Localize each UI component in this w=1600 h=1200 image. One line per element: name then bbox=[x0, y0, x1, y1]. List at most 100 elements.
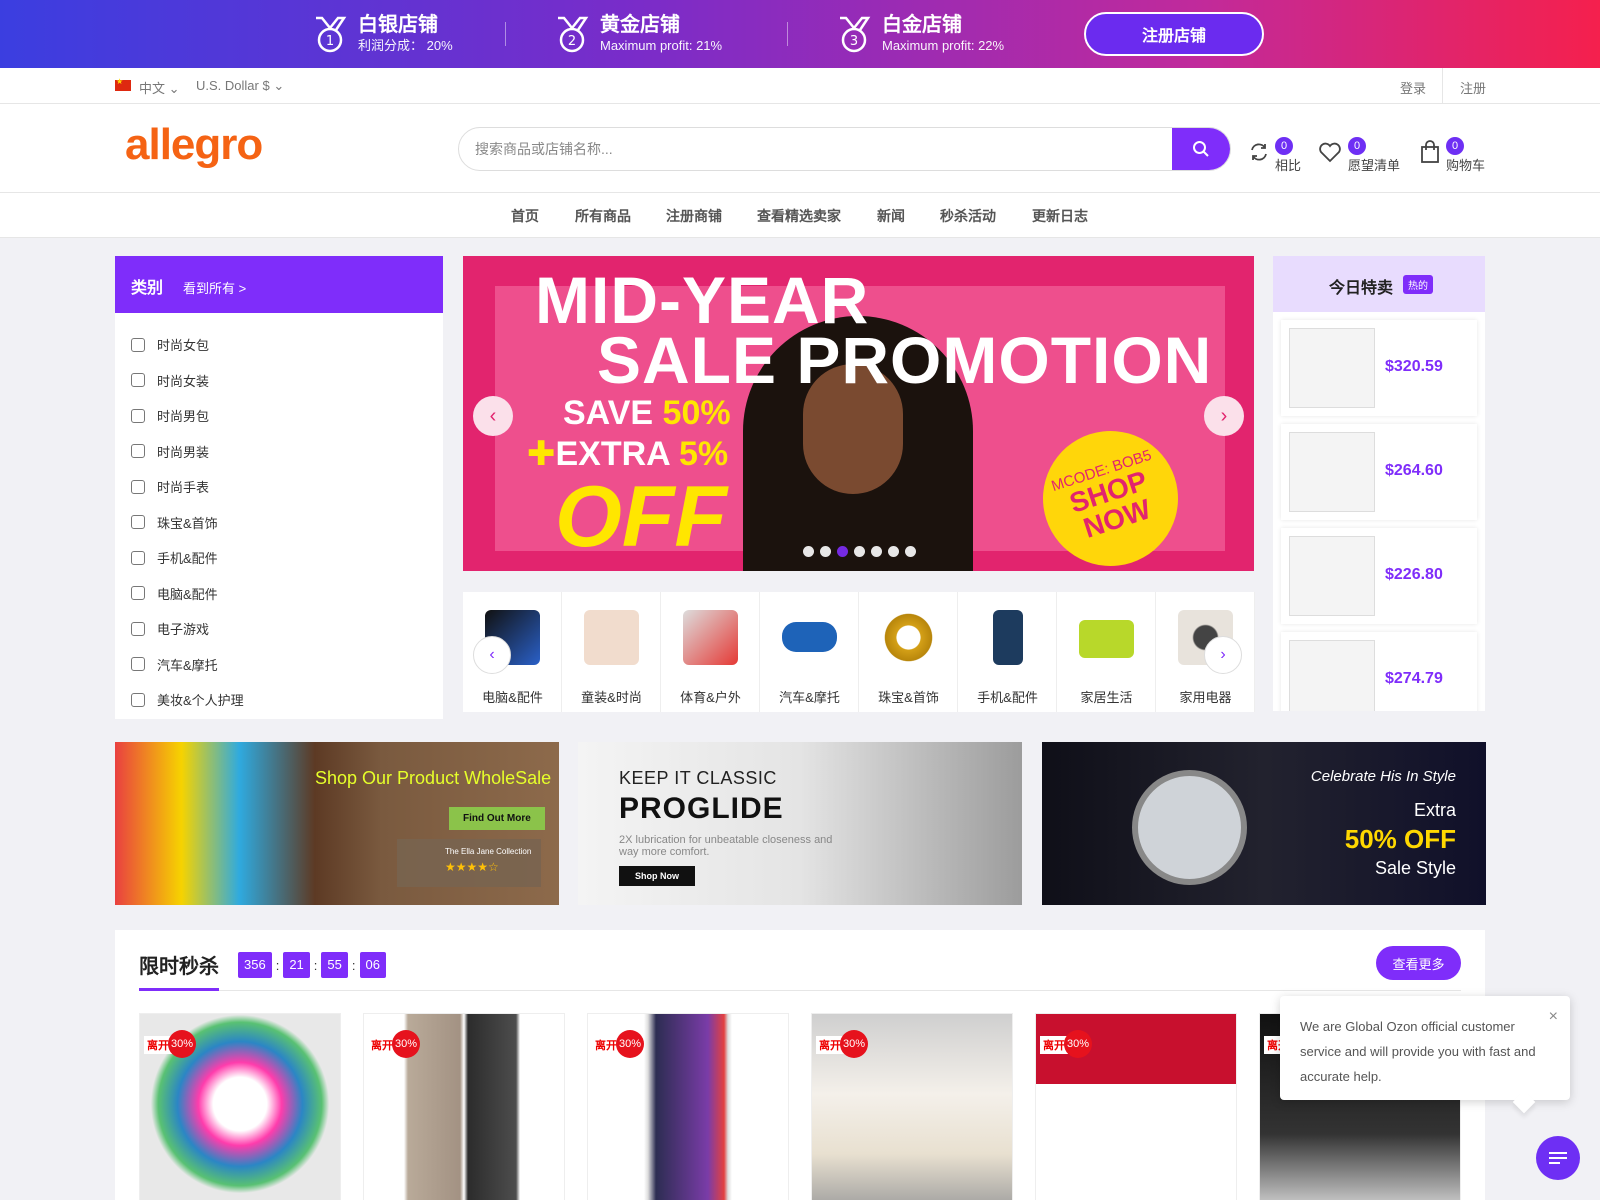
flash-sale-title: 限时秒杀 bbox=[139, 956, 219, 978]
carousel-prev-button[interactable]: ‹ bbox=[473, 396, 513, 436]
category-item[interactable]: 电子游戏 bbox=[115, 611, 443, 647]
category-item[interactable]: 时尚手表 bbox=[115, 469, 443, 505]
register-link[interactable]: 注册 bbox=[1460, 78, 1486, 97]
hero-carousel[interactable]: MID-YEAR SALE PROMOTION SAVE 50% ✚EXTRA … bbox=[463, 256, 1254, 571]
collection-card: The Ella Jane Collection ★★★★☆ bbox=[397, 839, 541, 887]
tier-platinum: 3 白金店铺 Maximum profit: 22% bbox=[836, 10, 1004, 58]
chevron-down-icon: ⌄ bbox=[168, 81, 180, 96]
product-card[interactable]: 离开 30% bbox=[587, 1013, 789, 1200]
deal-price: $320.59 bbox=[1385, 358, 1443, 375]
handbag-icon bbox=[131, 337, 145, 352]
medal-3-icon: 3 bbox=[840, 16, 871, 53]
search-button[interactable] bbox=[1172, 128, 1230, 170]
category-item[interactable]: 时尚女装 bbox=[115, 363, 443, 399]
tier-profit: Maximum profit: 22% bbox=[882, 38, 1005, 53]
deal-item[interactable]: $226.80 bbox=[1281, 528, 1477, 624]
category-item[interactable]: 时尚女包 bbox=[115, 327, 443, 363]
see-all-link[interactable]: 看到所有 > bbox=[183, 278, 246, 297]
carousel-next-button[interactable]: › bbox=[1204, 396, 1244, 436]
close-icon[interactable]: × bbox=[1549, 1004, 1558, 1029]
proglide-title: PROGLIDE bbox=[619, 792, 784, 825]
view-more-button[interactable]: 查看更多 bbox=[1376, 946, 1461, 980]
compare-label: 相比 bbox=[1275, 158, 1302, 173]
carousel-dot[interactable] bbox=[888, 546, 899, 557]
nav-changelog[interactable]: 更新日志 bbox=[1032, 206, 1088, 226]
category-item[interactable]: 时尚男装 bbox=[115, 434, 443, 470]
hero-off: OFF bbox=[555, 469, 727, 565]
save-percent: 50% bbox=[662, 394, 731, 432]
language-select[interactable]: 中文 ⌄ bbox=[139, 78, 180, 97]
countdown-timer: 356: 21: 55: 06 bbox=[238, 952, 386, 978]
discount-badge: 30% bbox=[392, 1030, 420, 1058]
category-tile[interactable]: 童装&时尚 bbox=[562, 592, 661, 712]
nav-featured-sellers[interactable]: 查看精选卖家 bbox=[757, 206, 841, 226]
category-item[interactable]: 美妆&个人护理 bbox=[115, 682, 443, 718]
collection-name: The Ella Jane Collection bbox=[445, 847, 532, 856]
watch-sale-style: Sale Style bbox=[1374, 858, 1456, 878]
discount-badge: 30% bbox=[840, 1030, 868, 1058]
product-card[interactable]: 离开 30% bbox=[139, 1013, 341, 1200]
chat-message: We are Global Ozon official customer ser… bbox=[1300, 1019, 1536, 1084]
ceiling-fan-image bbox=[1289, 536, 1375, 616]
nav-news[interactable]: 新闻 bbox=[877, 206, 905, 226]
product-card[interactable]: 离开 30% bbox=[363, 1013, 565, 1200]
category-tile-label: 手机&配件 bbox=[977, 690, 1038, 705]
deals-title: 今日特卖 bbox=[1329, 280, 1394, 297]
logo[interactable]: allegro bbox=[125, 120, 263, 170]
product-card[interactable]: 离开 30% bbox=[1035, 1013, 1237, 1200]
category-label: 电脑&配件 bbox=[157, 586, 218, 602]
category-tile[interactable]: 手机&配件 bbox=[958, 592, 1057, 712]
search-input[interactable] bbox=[459, 128, 1159, 170]
rating-stars: ★★★★☆ bbox=[445, 860, 499, 874]
strip-next-button[interactable]: › bbox=[1204, 636, 1242, 674]
shop-now-button[interactable]: Shop Now bbox=[619, 866, 695, 886]
category-panel: 类别 看到所有 > 时尚女包 时尚女装 时尚男包 时尚男装 时尚手表 珠宝&首饰… bbox=[115, 256, 443, 719]
product-card[interactable]: 离开 30% bbox=[811, 1013, 1013, 1200]
login-link[interactable]: 登录 bbox=[1400, 78, 1426, 97]
deal-item[interactable]: $274.79 bbox=[1281, 632, 1477, 711]
tier-gold: 2 黄金店铺 Maximum profit: 21% bbox=[554, 10, 722, 58]
china-flag-icon bbox=[115, 77, 131, 91]
carousel-dot[interactable] bbox=[854, 546, 865, 557]
cart-button[interactable]: 0 购物车 bbox=[1419, 137, 1489, 180]
proglide-banner[interactable]: KEEP IT CLASSIC PROGLIDE 2X lubrication … bbox=[578, 742, 1022, 905]
category-item[interactable]: 电脑&配件 bbox=[115, 576, 443, 612]
carousel-dot[interactable] bbox=[871, 546, 882, 557]
strip-prev-button[interactable]: ‹ bbox=[473, 636, 511, 674]
hot-badge: 热的 bbox=[1403, 275, 1433, 294]
deals-header: 今日特卖 热的 bbox=[1273, 256, 1485, 312]
divider bbox=[139, 990, 1461, 991]
wholesale-banner[interactable]: Shop Our Product WholeSale Find Out More… bbox=[115, 742, 559, 905]
discount-badge: 30% bbox=[616, 1030, 644, 1058]
tier-name: 黄金店铺 bbox=[600, 14, 680, 36]
category-item[interactable]: 珠宝&首饰 bbox=[115, 505, 443, 541]
category-tile[interactable]: 体育&户外 bbox=[661, 592, 760, 712]
category-tile[interactable]: 家居生活 bbox=[1057, 592, 1156, 712]
category-list: 时尚女包 时尚女装 时尚男包 时尚男装 时尚手表 珠宝&首饰 手机&配件 电脑&… bbox=[115, 313, 443, 718]
deal-item[interactable]: $264.60 bbox=[1281, 424, 1477, 520]
carousel-dot[interactable] bbox=[905, 546, 916, 557]
deal-item[interactable]: $320.59 bbox=[1281, 320, 1477, 416]
nav-home[interactable]: 首页 bbox=[511, 206, 539, 226]
compare-button[interactable]: 0 相比 bbox=[1248, 137, 1304, 180]
category-item[interactable]: 手机&配件 bbox=[115, 540, 443, 576]
category-item[interactable]: 汽车&摩托 bbox=[115, 647, 443, 683]
tier-name: 白金店铺 bbox=[882, 14, 962, 36]
watch-discount: 50% OFF bbox=[1344, 824, 1456, 854]
category-tile[interactable]: 汽车&摩托 bbox=[760, 592, 859, 712]
nav-register-store[interactable]: 注册商铺 bbox=[666, 206, 722, 226]
watch-banner[interactable]: Celebrate His In Style Extra 50% OFF Sal… bbox=[1042, 742, 1486, 905]
carousel-dot[interactable] bbox=[803, 546, 814, 557]
currency-select[interactable]: U.S. Dollar $ ⌄ bbox=[196, 78, 284, 94]
chat-button[interactable] bbox=[1536, 1136, 1580, 1180]
category-item[interactable]: 时尚男包 bbox=[115, 398, 443, 434]
category-tile[interactable]: 珠宝&首饰 bbox=[859, 592, 958, 712]
carousel-dot[interactable] bbox=[820, 546, 831, 557]
category-label: 珠宝&首饰 bbox=[157, 515, 218, 531]
find-out-more-button[interactable]: Find Out More bbox=[449, 807, 545, 830]
carousel-dot[interactable] bbox=[837, 546, 848, 557]
register-store-button[interactable]: 注册店铺 bbox=[1084, 12, 1264, 56]
wishlist-button[interactable]: 0 愿望清单 bbox=[1318, 137, 1406, 180]
nav-all-products[interactable]: 所有商品 bbox=[575, 206, 631, 226]
nav-flash-sale[interactable]: 秒杀活动 bbox=[940, 206, 996, 226]
